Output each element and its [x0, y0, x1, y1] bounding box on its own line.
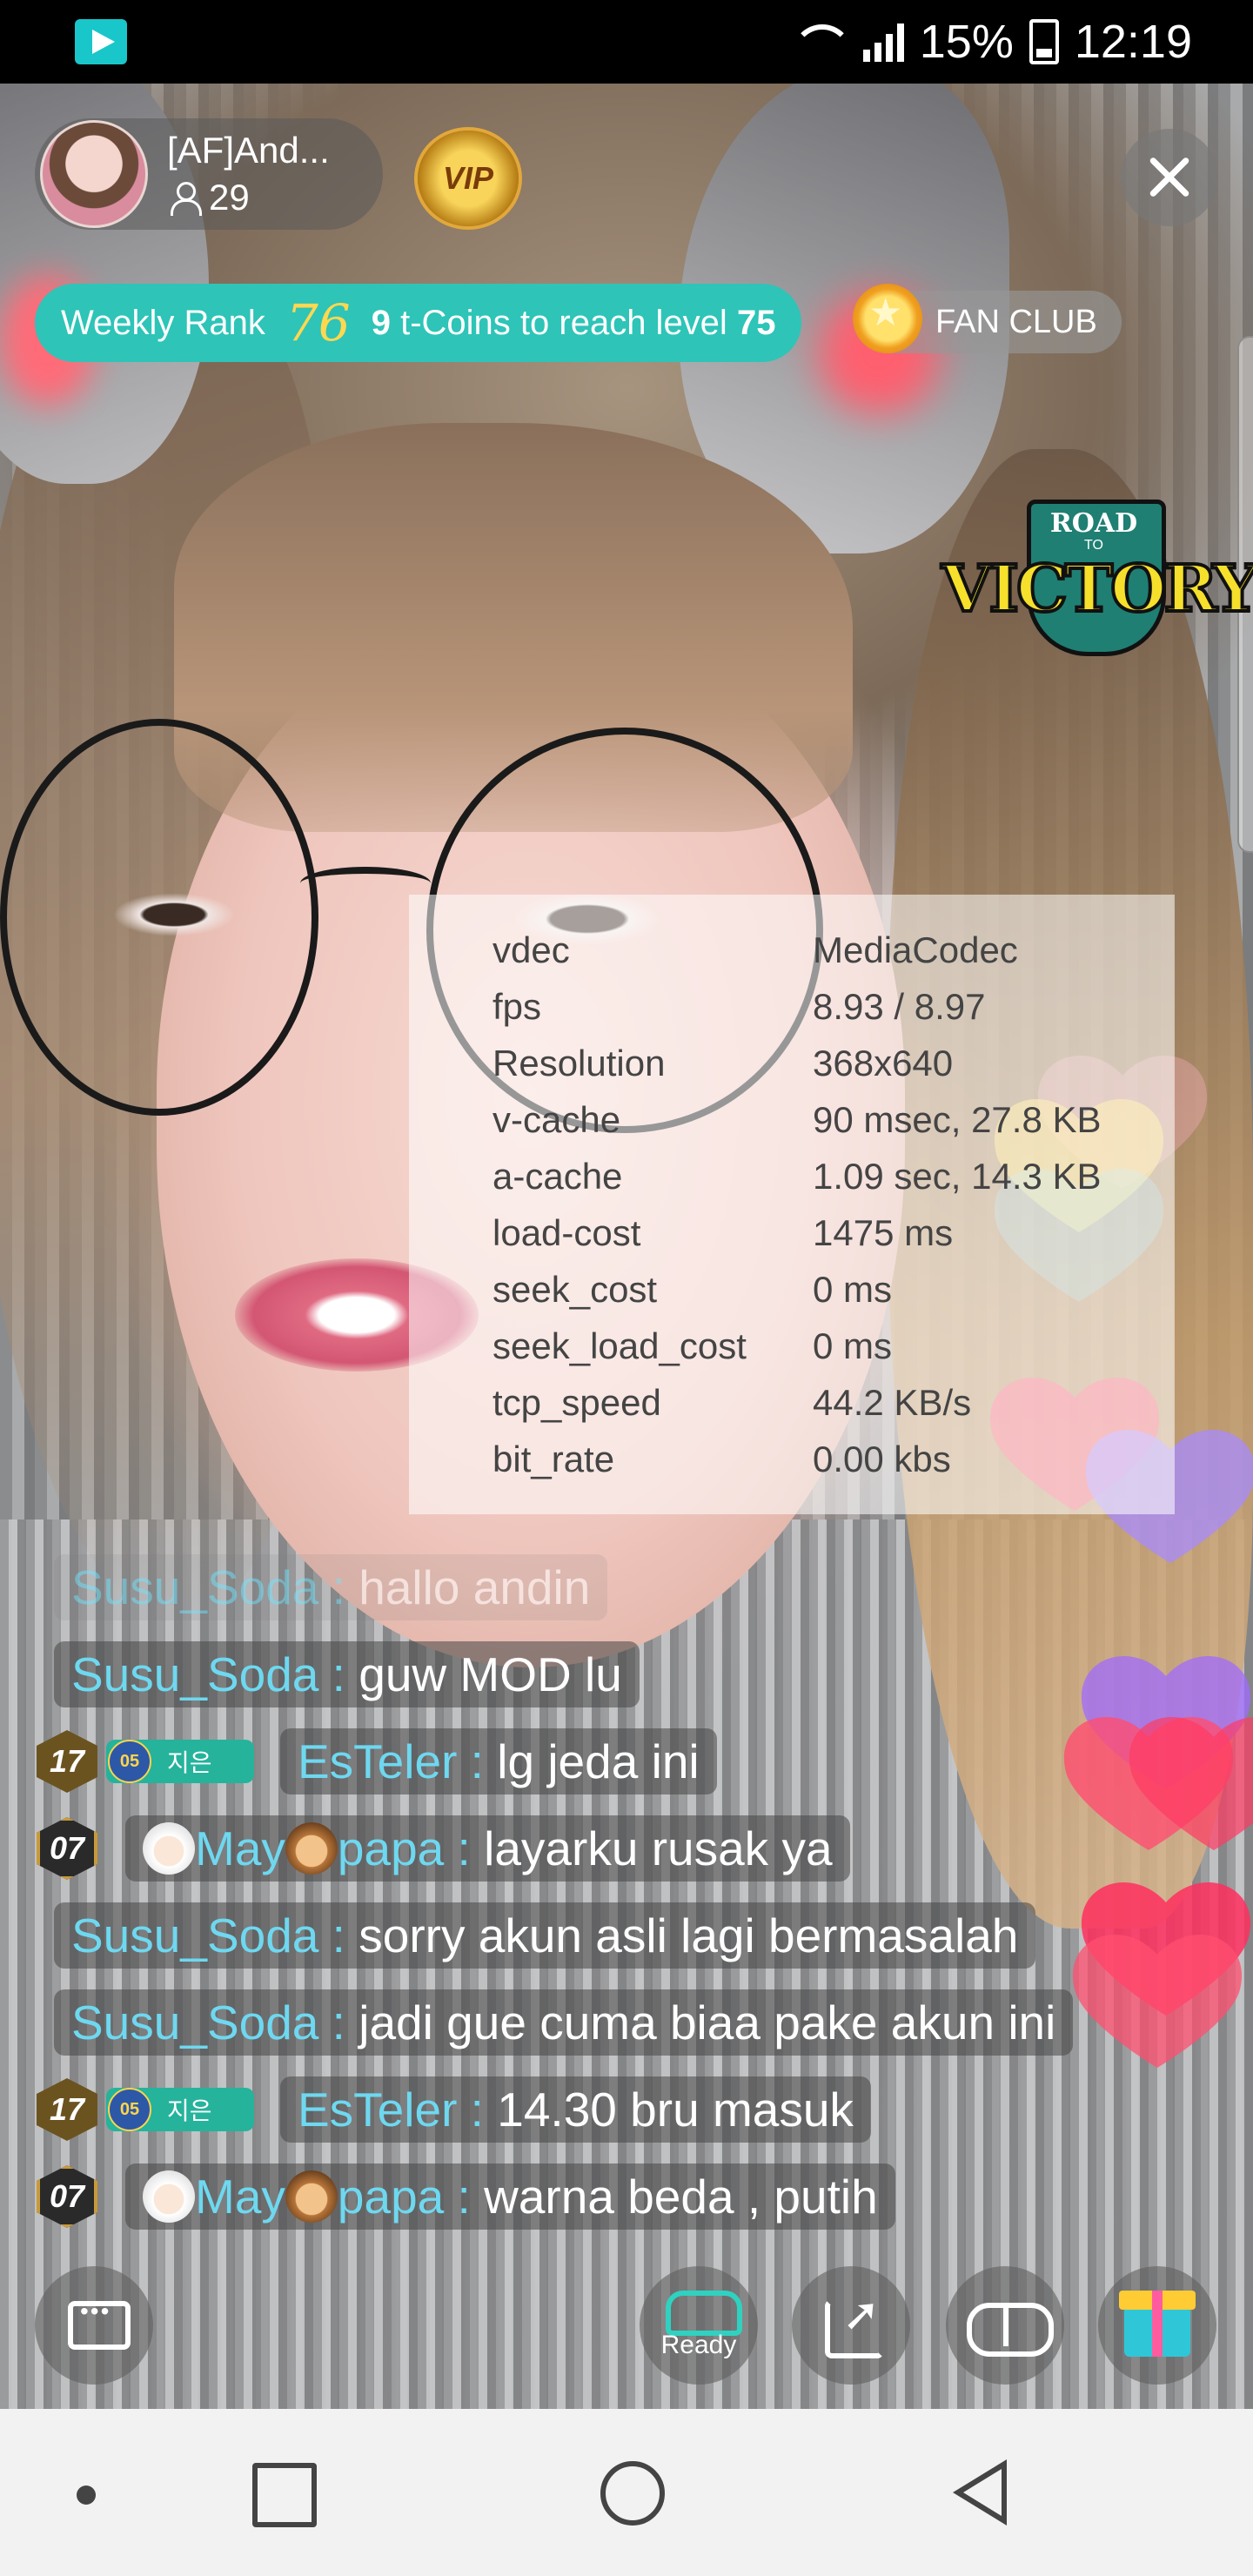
user-level-badge: 17	[37, 2078, 97, 2141]
gift-icon	[1119, 2291, 1196, 2357]
debug-row: bit_rate 0.00 kbs	[492, 1439, 951, 1479]
debug-row: tcp_speed 44.2 KB/s	[492, 1382, 972, 1423]
player-debug-panel: vdec MediaCodec fps 8.93 / 8.97 Resolution…	[409, 895, 1175, 1514]
chat-message[interactable]: 17 05 지은 EsTeler : lg jeda ini	[37, 1728, 717, 1794]
chat-message[interactable]: Susu_Soda : hallo andin	[54, 1554, 608, 1620]
nav-back-icon[interactable]	[953, 2459, 1007, 2526]
debug-row: fps 8.93 / 8.97	[492, 986, 986, 1027]
share-button[interactable]	[792, 2266, 910, 2385]
cow-emoji-icon	[285, 1822, 338, 1875]
status-bar: 15% 12:19	[0, 0, 1253, 84]
weekly-rank-value: 76	[285, 293, 351, 352]
user-level-badge: 17	[37, 1730, 97, 1793]
mask-icon	[967, 2303, 1054, 2357]
close-button[interactable]	[1121, 129, 1218, 226]
chat-text: hallo andin	[358, 1560, 591, 1614]
chat-message[interactable]: Susu_Soda : jadi gue cuma biaa pake akun…	[54, 1989, 1074, 2056]
chat-text: layarku rusak ya	[484, 1821, 833, 1875]
chat-message[interactable]: Susu_Soda : guw MOD lu	[54, 1641, 640, 1707]
chat-username[interactable]: Susu_Soda :	[71, 1560, 345, 1615]
mask-effects-button[interactable]	[946, 2266, 1064, 2385]
fan-badge: 05 지은	[106, 2088, 254, 2131]
chat-username[interactable]: May	[195, 2169, 285, 2224]
clock: 12:19	[1074, 16, 1192, 68]
sheep-emoji-icon	[143, 1822, 195, 1875]
vip-badge[interactable]: VIP	[418, 131, 519, 226]
fan-club-label: FAN CLUB	[935, 303, 1097, 340]
basket-icon	[666, 2291, 742, 2336]
signal-icon	[862, 22, 904, 62]
chat-username[interactable]: May	[195, 1821, 285, 1876]
chat-username[interactable]: Susu_Soda :	[71, 1647, 345, 1702]
person-icon	[167, 180, 202, 216]
chat-message[interactable]: Susu_Soda : sorry akun asli lagi bermasa…	[54, 1902, 1036, 1969]
gift-button[interactable]	[1098, 2266, 1216, 2385]
viewer-count: 29	[167, 177, 330, 218]
weekly-rank-banner[interactable]: Weekly Rank 76 9 t-Coins to reach level …	[35, 284, 802, 362]
debug-row: load-cost 1475 ms	[492, 1212, 954, 1253]
debug-row: a-cache 1.09 sec, 14.3 KB	[492, 1156, 1102, 1197]
user-level-badge: 07	[37, 1817, 97, 1880]
debug-row: Resolution 368x640	[492, 1043, 954, 1083]
wifi-icon	[787, 21, 853, 63]
debug-row: seek_cost 0 ms	[492, 1269, 893, 1310]
battery-icon	[1029, 19, 1059, 64]
app-indicator-icon	[75, 19, 127, 64]
chat-message[interactable]: 07 May papa : layarku rusak ya	[37, 1815, 850, 1882]
chat-text: 14.30 bru masuk	[497, 2083, 854, 2137]
avatar[interactable]	[40, 120, 148, 228]
user-level-badge: 07	[37, 2165, 97, 2228]
chat-username[interactable]: Susu_Soda :	[71, 1995, 345, 2050]
fan-badge: 05 지은	[106, 1740, 254, 1783]
coins-text: t-Coins to reach level	[400, 303, 727, 342]
chat-username[interactable]: EsTeler :	[298, 2082, 484, 2137]
streamer-profile[interactable]: [AF]And... 29	[35, 118, 383, 230]
debug-row: v-cache 90 msec, 27.8 KB	[492, 1099, 1102, 1140]
chat-icon	[68, 2298, 131, 2350]
chat-text: lg jeda ini	[497, 1734, 700, 1788]
ready-label: Ready	[660, 2331, 737, 2359]
chat-input-button[interactable]	[35, 2266, 153, 2385]
chat-message[interactable]: 07 May papa : warna beda , putih	[37, 2163, 895, 2230]
system-navigation-bar	[0, 2409, 1253, 2576]
cow-emoji-icon	[285, 2170, 338, 2223]
chat-text: guw MOD lu	[358, 1647, 622, 1701]
debug-row: vdec MediaCodec	[492, 929, 1018, 970]
share-icon	[825, 2289, 884, 2358]
nav-home-icon[interactable]	[600, 2461, 665, 2526]
chat-text: sorry akun asli lagi bermasalah	[358, 1909, 1019, 1962]
chat-text: jadi gue cuma biaa pake akun ini	[358, 1996, 1056, 2049]
battery-percent: 15%	[919, 16, 1014, 68]
status-icons: 15% 12:19	[787, 12, 1192, 71]
chat-text: warna beda , putih	[484, 2170, 878, 2224]
nav-recent-icon[interactable]	[252, 2463, 317, 2527]
coins-needed: 9	[371, 303, 391, 342]
viewer-count-value: 29	[209, 177, 250, 218]
road-to-victory-logo: ROAD TO VICTORY	[940, 500, 1253, 656]
sheep-emoji-icon	[143, 2170, 195, 2223]
ready-button[interactable]: Ready	[640, 2266, 758, 2385]
target-level: 75	[736, 303, 776, 342]
chat-message[interactable]: 17 05 지은 EsTeler : 14.30 bru masuk	[37, 2076, 871, 2143]
streamer-name: [AF]And...	[167, 130, 330, 171]
chat-username[interactable]: Susu_Soda :	[71, 1908, 345, 1963]
weekly-rank-label: Weekly Rank	[61, 303, 265, 342]
chat-username[interactable]: EsTeler :	[298, 1734, 484, 1789]
fan-club-medal-icon	[853, 284, 922, 353]
nav-indicator-dot[interactable]	[77, 2485, 96, 2505]
debug-row: seek_load_cost 0 ms	[492, 1325, 893, 1366]
